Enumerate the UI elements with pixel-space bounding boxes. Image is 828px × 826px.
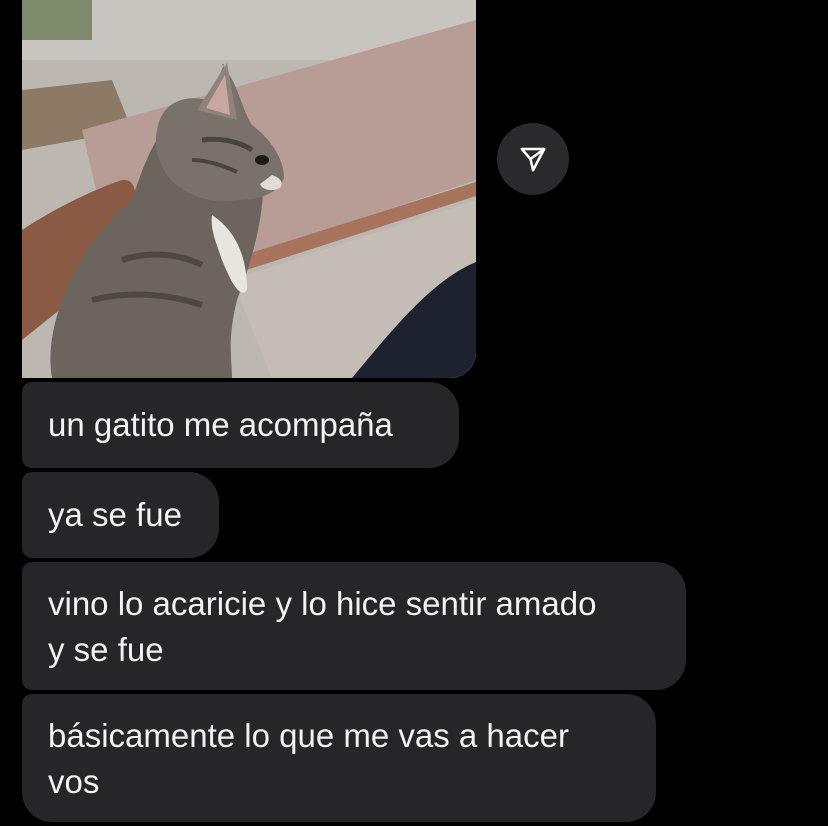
message-bubble[interactable]: básicamente lo que me vas a hacer vos [22,694,656,822]
cat-photo-image [22,0,476,378]
message-text: ya se fue [48,496,182,533]
share-button[interactable] [497,123,569,195]
message-bubble[interactable]: un gatito me acompaña [22,382,459,468]
message-bubble[interactable]: ya se fue [22,472,219,558]
send-arrow-icon [520,147,546,172]
cat-photo[interactable] [22,0,476,378]
message-text: un gatito me acompaña [48,406,393,443]
message-bubble[interactable]: vino lo acaricie y lo hice sentir amado … [22,562,686,690]
message-text: básicamente lo que me vas a hacer vos [48,717,569,800]
message-text: vino lo acaricie y lo hice sentir amado … [48,585,597,668]
chat-thread: un gatito me acompaña ya se fue vino lo … [0,0,828,826]
